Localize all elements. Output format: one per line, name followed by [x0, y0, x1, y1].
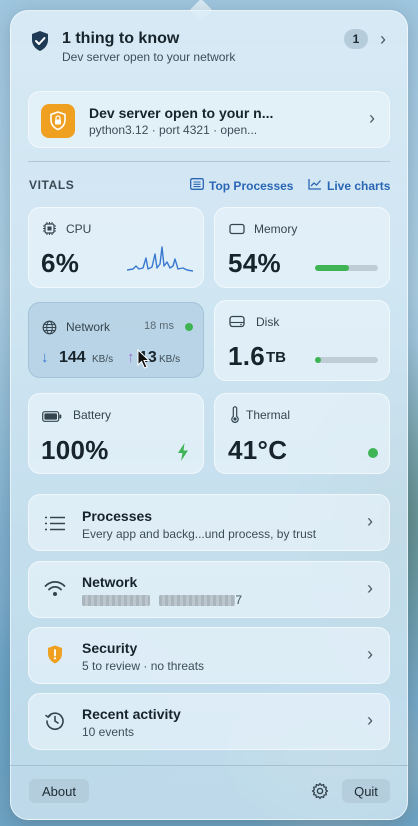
- disk-bar-fill: [315, 357, 322, 363]
- disk-label: Disk: [256, 315, 280, 329]
- processes-title: Processes: [82, 508, 153, 524]
- header-title: 1 thing to know: [62, 30, 180, 47]
- security-subtitle: 5 to review · no threats: [82, 659, 205, 673]
- activity-subtitle: 10 events: [82, 725, 135, 739]
- network-up-unit: KB/s: [159, 354, 181, 365]
- battery-card[interactable]: Battery 100%: [28, 393, 204, 474]
- wifi-icon: [44, 580, 66, 602]
- alert-subtitle: python3.12 · port 4321 · open...: [89, 123, 258, 137]
- thermal-value: 41°C: [228, 435, 288, 465]
- arrow-up-icon: ↑: [127, 349, 135, 366]
- battery-icon: [42, 409, 62, 427]
- divider: [28, 161, 390, 162]
- header-subtitle: Dev server open to your network: [62, 50, 236, 64]
- processes-chevron-right-icon: ›: [367, 511, 373, 531]
- top-processes-label: Top Processes: [209, 179, 294, 193]
- battery-label: Battery: [73, 408, 112, 422]
- alert-chevron-right-icon: ›: [369, 108, 375, 128]
- top-processes-link[interactable]: Top Processes: [190, 177, 293, 195]
- security-title: Security: [82, 640, 138, 656]
- memory-bar-fill: [315, 265, 350, 271]
- memory-card[interactable]: Memory 54%: [214, 207, 390, 288]
- header-count-badge: 1: [344, 29, 368, 49]
- network-chevron-right-icon: ›: [367, 578, 373, 598]
- list-icon: [190, 177, 204, 195]
- activity-title: Recent activity: [82, 706, 181, 722]
- status-dot: [185, 323, 193, 331]
- activity-row[interactable]: Recent activity 10 events ›: [28, 693, 390, 750]
- vitals-label: VITALS: [29, 178, 75, 192]
- thermal-status-dot: [368, 448, 378, 458]
- memory-bar: [315, 265, 378, 271]
- shield-check-icon: [30, 30, 50, 52]
- memory-label: Memory: [254, 222, 298, 236]
- footer-divider: [10, 765, 408, 766]
- security-row[interactable]: Security 5 to review · no threats ›: [28, 627, 390, 684]
- disk-bar: [315, 357, 378, 363]
- thermal-card[interactable]: Thermal 41°C: [214, 393, 390, 474]
- thermometer-icon: [230, 406, 240, 428]
- header-chevron-right-icon[interactable]: ›: [380, 29, 386, 50]
- memory-icon: [229, 222, 245, 240]
- disk-unit: TB: [266, 349, 286, 366]
- security-chevron-right-icon: ›: [367, 644, 373, 664]
- cpu-card[interactable]: CPU 6%: [28, 207, 204, 288]
- disk-card[interactable]: Disk 1.6 TB: [214, 300, 390, 381]
- redacted-text: [82, 595, 150, 607]
- network-latency: 18 ms: [144, 320, 174, 332]
- live-charts-label: Live charts: [327, 179, 391, 193]
- line-chart-icon: [308, 177, 322, 195]
- network-down-unit: KB/s: [92, 354, 114, 365]
- arrow-down-icon: ↓: [41, 349, 49, 366]
- mouse-cursor-icon: [137, 348, 151, 374]
- chip-icon: [42, 221, 57, 241]
- network-vital-label: Network: [66, 320, 111, 334]
- processes-row[interactable]: Processes Every app and backg...und proc…: [28, 494, 390, 551]
- activity-chevron-right-icon: ›: [367, 710, 373, 730]
- list-bullets-icon: [44, 516, 66, 536]
- about-label: About: [42, 783, 76, 799]
- quit-button[interactable]: Quit: [342, 779, 390, 803]
- network-row-title: Network: [82, 574, 138, 590]
- disk-icon: [229, 315, 245, 333]
- network-down-value: 144: [59, 349, 86, 366]
- alert-card[interactable]: Dev server open to your n... python3.12 …: [28, 91, 390, 148]
- network-row-subtitle: 7: [82, 593, 242, 607]
- about-button[interactable]: About: [29, 779, 89, 803]
- cpu-value: 6%: [41, 248, 80, 278]
- network-row[interactable]: Network 7 ›: [28, 561, 390, 618]
- lock-badge-icon: [41, 104, 75, 138]
- redacted-text: [159, 595, 236, 607]
- alert-title: Dev server open to your n...: [89, 105, 274, 121]
- battery-value: 100%: [41, 435, 109, 465]
- cpu-label: CPU: [66, 222, 92, 236]
- network-card[interactable]: Network 18 ms ↓ 144 KB/s ↑ 13 KB/s: [28, 302, 204, 378]
- processes-subtitle: Every app and backg...und process, by tr…: [82, 527, 317, 541]
- header-count: 1: [352, 32, 360, 46]
- disk-value: 1.6: [228, 341, 266, 371]
- network-row-subtitle-tail: 7: [235, 593, 243, 607]
- gear-icon[interactable]: [311, 782, 329, 805]
- history-clock-icon: [45, 711, 65, 736]
- charging-bolt-icon: [177, 443, 189, 466]
- shield-alert-icon: [47, 645, 63, 669]
- quit-label: Quit: [354, 783, 378, 799]
- memory-value: 54%: [228, 248, 281, 278]
- thermal-label: Thermal: [246, 408, 291, 422]
- cpu-sparkline: [127, 246, 193, 272]
- globe-icon: [42, 320, 57, 340]
- live-charts-link[interactable]: Live charts: [308, 177, 390, 195]
